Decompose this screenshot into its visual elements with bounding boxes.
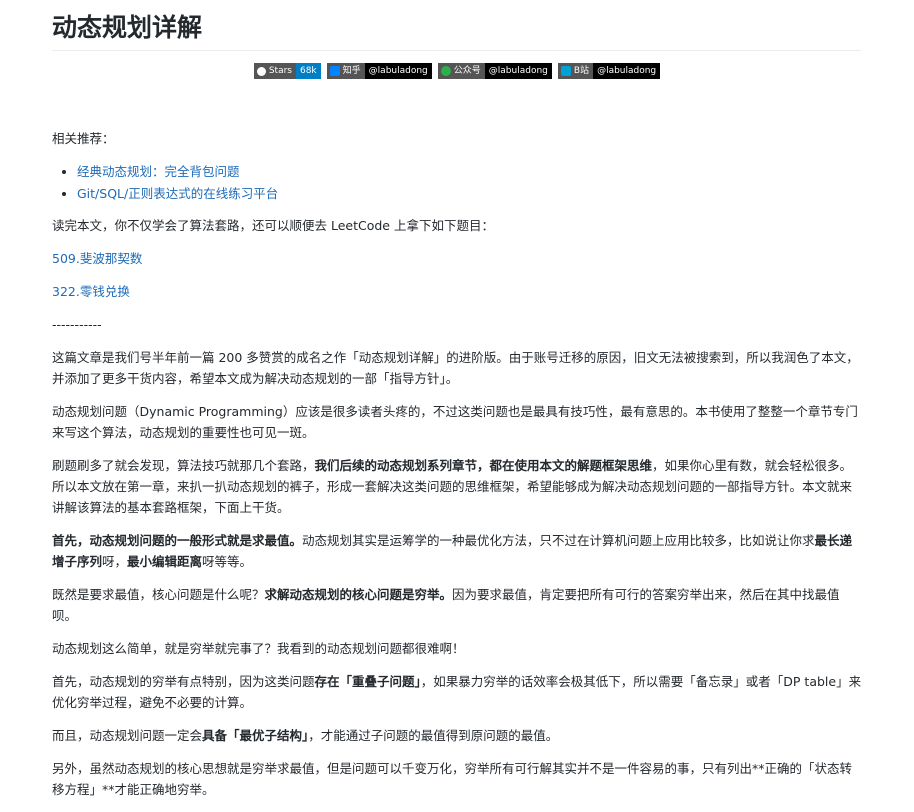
paragraph: 既然是要求最值，核心问题是什么呢？求解动态规划的核心问题是穷举。因为要求最值，肯… (52, 587, 840, 623)
zhihu-badge[interactable]: 知乎 @labuladong (326, 63, 432, 79)
article-page: 动态规划详解 Stars 68k 知乎 @labuladong 公众号 @lab… (0, 0, 914, 797)
zhihu-icon (329, 66, 340, 76)
divider: ----------- (52, 317, 102, 332)
paragraph: 首先，动态规划问题的一般形式就是求最值。动态规划其实是运筹学的一种最优化方法，只… (52, 533, 853, 569)
problem-link-509[interactable]: 509.斐波那契数 (52, 251, 142, 266)
related-link-practice[interactable]: Git/SQL/正则表达式的在线练习平台 (77, 186, 278, 201)
bilibili-icon (560, 66, 571, 76)
wechat-badge[interactable]: 公众号 @labuladong (437, 63, 552, 79)
paragraph: 而且，动态规划问题一定会具备「最优子结构」，才能通过子问题的最值得到原问题的最值… (52, 728, 559, 743)
github-stars-badge[interactable]: Stars 68k (253, 63, 321, 79)
list-item: Git/SQL/正则表达式的在线练习平台 (77, 183, 862, 205)
badge-row: Stars 68k 知乎 @labuladong 公众号 @labuladong… (0, 63, 914, 79)
paragraph: 动态规划问题（Dynamic Programming）应该是很多读者头疼的，不过… (52, 404, 858, 440)
problem-link-322[interactable]: 322.零钱兑换 (52, 284, 130, 299)
list-item: 经典动态规划：完全背包问题 (77, 161, 862, 183)
related-link-knapsack[interactable]: 经典动态规划：完全背包问题 (77, 164, 240, 179)
related-list: 经典动态规划：完全背包问题 Git/SQL/正则表达式的在线练习平台 (52, 161, 862, 205)
paragraph: 首先，动态规划的穷举有点特别，因为这类问题存在「重叠子问题」，如果暴力穷举的话效… (52, 674, 862, 710)
paragraph: 另外，虽然动态规划的核心思想就是穷举求最值，但是问题可以千变万化，穷举所有可行解… (52, 761, 853, 797)
related-heading: 相关推荐： (52, 131, 115, 146)
intro-text: 读完本文，你不仅学会了算法套路，还可以顺便去 LeetCode 上拿下如下题目： (52, 218, 494, 233)
github-icon (256, 66, 266, 76)
bilibili-badge[interactable]: B站 @labuladong (557, 63, 661, 79)
page-title: 动态规划详解 (52, 10, 861, 51)
paragraph: 刷题刷多了就会发现，算法技巧就那几个套路，我们后续的动态规划系列章节，都在使用本… (52, 458, 853, 515)
article-body: 相关推荐： 经典动态规划：完全背包问题 Git/SQL/正则表达式的在线练习平台… (52, 128, 862, 812)
paragraph: 动态规划这么简单，就是穷举就完事了？我看到的动态规划问题都很难啊！ (52, 641, 465, 656)
paragraph: 这篇文章是我们号半年前一篇 200 多赞赏的成名之作「动态规划详解」的进阶版。由… (52, 350, 859, 386)
wechat-icon (440, 66, 451, 76)
